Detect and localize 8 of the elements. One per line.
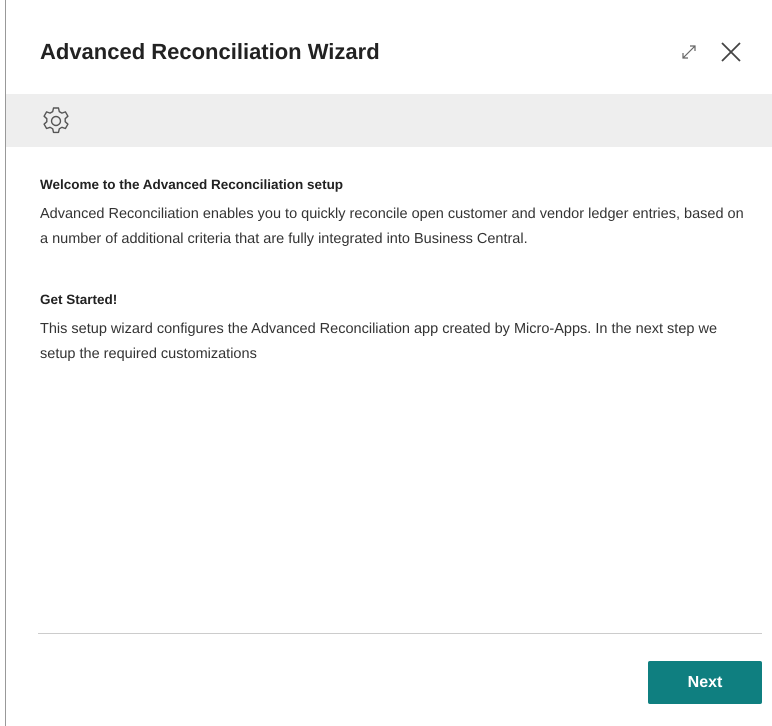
section-heading: Welcome to the Advanced Reconciliation setup (40, 177, 344, 192)
section-text: This setup wizard configures the Advanced Reconciliation app created by Micro-Apps. In the next step we setup the required customizations (40, 320, 718, 364)
section-heading: Get Started! (40, 292, 118, 307)
next-button[interactable]: Next (648, 661, 762, 704)
expand-icon[interactable] (680, 43, 698, 61)
window-title: Advanced Reconciliation Wizard (40, 39, 381, 65)
close-icon[interactable] (720, 41, 742, 63)
section-text: Advanced Reconciliation enables you to quickly reconcile open customer and vendor ledger entries, based on a number of additional criteria that are fully integrated into Business Central. (40, 205, 745, 249)
